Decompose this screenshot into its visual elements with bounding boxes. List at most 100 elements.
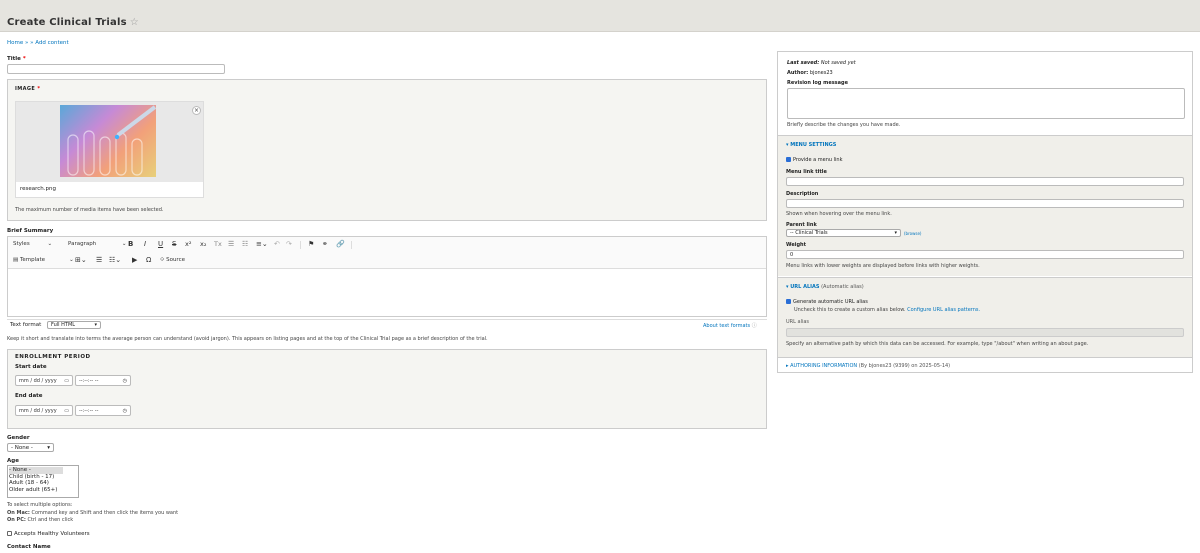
browse-link[interactable]: (browse) [904,231,921,236]
url-alias-note: (Automatic alias) [821,284,864,290]
close-icon[interactable]: × [192,106,201,115]
authoring-information-toggle[interactable]: ▸ AUTHORING INFORMATION (By bjones23 (93… [786,363,950,369]
start-date-input[interactable]: mm / dd / yyyy ▭ [15,375,73,386]
special-characters-icon[interactable]: Ω [146,256,151,264]
age-label: Age [7,458,19,464]
url-alias-toggle[interactable]: ▾ URL ALIAS (Automatic alias) [786,284,864,290]
text-format-bar: Text format Full HTML ▾ About text format… [7,319,767,329]
gender-label: Gender [7,435,30,441]
menu-description-label: Description [786,191,819,197]
align-icon[interactable]: ≡⌄ [256,240,268,248]
chevron-down-icon: ▾ [894,230,897,236]
media-embed-icon[interactable]: ▶ [132,256,137,264]
flag-icon[interactable]: ⚑ [308,240,314,248]
remove-format-button[interactable]: Tx [214,240,222,248]
start-date-label: Start date [15,364,47,370]
numbered-list-icon[interactable]: ☷ [242,240,248,248]
checkbox-icon[interactable] [786,157,791,162]
page-title-text: Create Clinical Trials [7,17,127,28]
multiselect-help: To select multiple options: On Mac: Comm… [7,502,178,525]
url-alias-label: URL alias [786,319,810,325]
help-icon: ⓘ [751,323,757,329]
template-label: Template [19,257,46,263]
breadcrumb: Home » » Add content [7,40,69,46]
parent-link-select[interactable]: -- Clinical Trials ▾ [786,229,901,237]
calendar-icon: ▭ [64,378,69,384]
breadcrumb-home[interactable]: Home [7,40,23,46]
subscript-button[interactable]: x₂ [200,240,206,248]
media-limit-note: The maximum number of media items have b… [15,207,164,213]
table-icon[interactable]: ⊞⌄ [75,256,87,264]
page-header: Create Clinical Trials ☆ [0,0,1200,32]
breadcrumb-current[interactable]: Add content [35,40,68,46]
underline-button[interactable]: U [158,240,163,248]
about-text-formats-link[interactable]: About text formats ⓘ [703,322,757,329]
editor-content-area[interactable] [8,270,766,316]
multiselect-help-intro: To select multiple options: [7,502,73,508]
media-thumbnail [60,105,156,177]
start-time-input[interactable]: --:--:-- -- ◷ [75,375,131,386]
menu-description-help: Shown when hovering over the menu link. [786,211,892,217]
menu-link-title-input[interactable] [786,177,1184,186]
superscript-button[interactable]: x² [185,240,191,248]
star-icon[interactable]: ☆ [130,17,139,28]
text-format-select[interactable]: Full HTML ▾ [47,321,101,329]
author-label: Author: [787,70,809,76]
menu-settings-toggle[interactable]: ▾ MENU SETTINGS [786,142,836,148]
parent-link-label: Parent link [786,222,817,228]
bulleted-list-icon[interactable]: ☰ [96,256,102,264]
authoring-information-section: ▸ AUTHORING INFORMATION (By bjones23 (93… [778,357,1192,372]
age-multiselect[interactable]: - None - Child (birth - 17) Adult (18 - … [7,465,79,498]
bold-button[interactable]: B [128,240,133,248]
source-icon: ⟐ [160,257,165,263]
last-saved-value: Not saved yet [820,60,856,66]
url-alias-section: ▾ URL ALIAS (Automatic alias) Generate a… [778,277,1192,357]
italic-button[interactable]: I [144,240,146,248]
provide-menu-link-checkbox[interactable]: Provide a menu link [786,157,843,163]
breadcrumb-separator: » [25,40,29,46]
title-input[interactable] [7,64,225,74]
revision-log-help: Briefly describe the changes you have ma… [787,122,901,128]
meta-sidebar: Last saved: Not saved yet Author: bjones… [777,51,1193,373]
configure-alias-link[interactable]: Configure URL alias patterns. [907,307,980,313]
page-title: Create Clinical Trials ☆ [7,17,139,28]
checkbox-icon[interactable] [786,299,791,304]
weight-input[interactable]: 0 [786,250,1184,259]
author-value: bjones23 [809,70,833,76]
generate-alias-checkbox[interactable]: Generate automatic URL alias [786,299,868,305]
healthy-volunteers-checkbox[interactable]: Accepts Healthy Volunteers [7,531,90,537]
redo-icon[interactable]: ↷ [286,240,292,248]
undo-icon[interactable]: ↶ [274,240,280,248]
checkbox-icon[interactable] [7,531,12,536]
end-date-input[interactable]: mm / dd / yyyy ▭ [15,405,73,416]
paragraph-dropdown[interactable]: Paragraph ⌄ [68,241,127,247]
template-button[interactable]: ▤ Template ⌄ [13,257,74,263]
menu-settings-section: ▾ MENU SETTINGS Provide a menu link Menu… [778,135,1192,276]
end-time-input[interactable]: --:--:-- -- ◷ [75,405,131,416]
gender-select[interactable]: - None - ▾ [7,443,54,452]
toolbar-divider [351,241,352,249]
styles-dropdown[interactable]: Styles ⌄ [13,241,52,247]
unlink-icon[interactable]: ⚭ [322,240,328,248]
source-button[interactable]: ⟐ Source [160,257,185,264]
chevron-down-icon: ⌄ [121,241,127,247]
source-label: Source [166,257,185,263]
gender-value: - None - [11,445,33,451]
strikethrough-button[interactable]: S [172,240,176,248]
menu-description-input[interactable] [786,199,1184,208]
toolbar-divider [300,241,301,249]
media-filename: research.png [16,182,203,197]
chevron-down-icon: ▾ [94,322,97,328]
rich-text-editor: Styles ⌄ Paragraph ⌄ B I U S x² x₂ Tx ☰ … [7,236,767,317]
bulleted-list-icon[interactable]: ☰ [228,240,234,248]
numbered-list-icon[interactable]: ☷⌄ [109,256,121,264]
end-date-label: End date [15,393,43,399]
revision-log-textarea[interactable] [787,88,1185,119]
alias-uncheck-text: Uncheck this to create a custom alias be… [794,307,906,313]
chevron-down-icon: ▾ [47,445,50,451]
image-label-text: IMAGE [15,86,36,92]
age-option[interactable]: Older adult (65+) [9,487,77,494]
link-icon[interactable]: 🔗 [336,240,345,248]
generate-alias-label: Generate automatic URL alias [793,299,868,305]
chevron-down-icon: ⌄ [47,241,53,247]
